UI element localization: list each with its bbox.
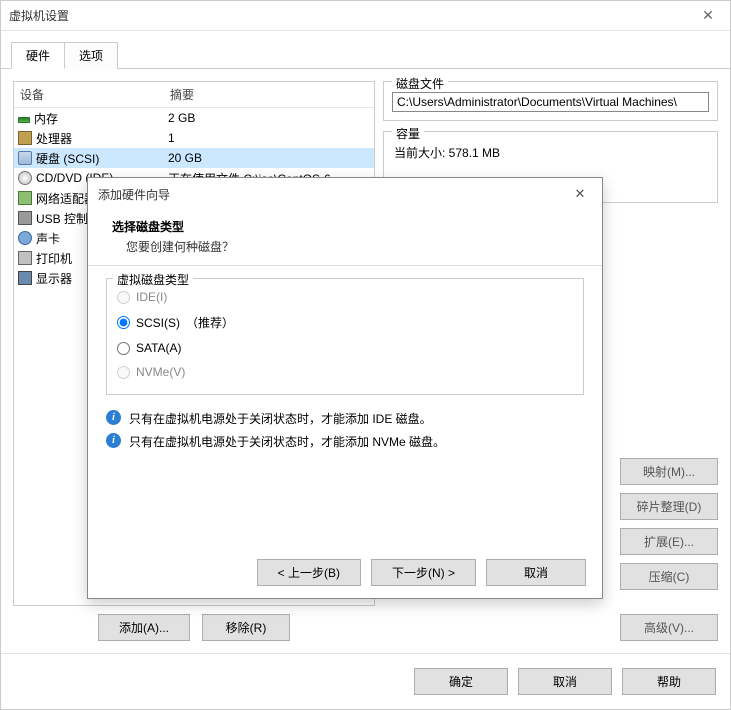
- radio-scsi-label: SCSI(S): [136, 316, 180, 330]
- radio-ide-input: [117, 291, 130, 304]
- dialog-cancel-button[interactable]: 取消: [486, 559, 586, 586]
- hw-name: 处理器: [36, 130, 72, 147]
- ok-button[interactable]: 确定: [414, 668, 508, 695]
- expand-button[interactable]: 扩展(E)...: [620, 528, 718, 555]
- hw-row-memory[interactable]: 内存 2 GB: [14, 108, 374, 128]
- window-title: 虚拟机设置: [9, 7, 694, 24]
- display-icon: [18, 271, 32, 285]
- radio-sata-input[interactable]: [117, 342, 130, 355]
- hw-row-disk[interactable]: 硬盘 (SCSI) 20 GB: [14, 148, 374, 168]
- advanced-button[interactable]: 高级(V)...: [620, 614, 718, 641]
- info-ide-text: 只有在虚拟机电源处于关闭状态时，才能添加 IDE 磁盘。: [129, 410, 432, 427]
- back-button[interactable]: < 上一步(B): [257, 559, 361, 586]
- radio-scsi-hint: （推荐）: [186, 314, 234, 331]
- defragment-button[interactable]: 碎片整理(D): [620, 493, 718, 520]
- info-nvme-text: 只有在虚拟机电源处于关闭状态时，才能添加 NVMe 磁盘。: [129, 433, 445, 450]
- dialog-title: 添加硬件向导: [98, 186, 568, 203]
- cancel-button[interactable]: 取消: [518, 668, 612, 695]
- info-nvme: i 只有在虚拟机电源处于关闭状态时，才能添加 NVMe 磁盘。: [106, 430, 584, 453]
- compact-button[interactable]: 压缩(C): [620, 563, 718, 590]
- tab-hardware[interactable]: 硬件: [11, 42, 65, 69]
- disk-type-group: 虚拟磁盘类型 IDE(I) SCSI(S) （推荐） SATA(A) NVMe(…: [106, 278, 584, 395]
- map-button[interactable]: 映射(M)...: [620, 458, 718, 485]
- capacity-label: 容量: [392, 125, 424, 142]
- close-icon[interactable]: ✕: [694, 7, 722, 24]
- info-icon: i: [106, 433, 121, 448]
- disk-file-path[interactable]: C:\Users\Administrator\Documents\Virtual…: [392, 92, 709, 112]
- cd-icon: [18, 171, 32, 185]
- dialog-subheading: 您要创建何种磁盘？: [112, 235, 578, 255]
- dialog-heading: 选择磁盘类型: [112, 218, 578, 235]
- dialog-close-icon[interactable]: ✕: [568, 186, 592, 202]
- col-device: 设备: [14, 82, 164, 107]
- info-icon: i: [106, 410, 121, 425]
- disk-icon: [18, 151, 32, 165]
- radio-scsi[interactable]: SCSI(S) （推荐）: [117, 309, 573, 336]
- radio-ide-label: IDE(I): [136, 290, 167, 304]
- hw-summary: 1: [168, 131, 374, 145]
- radio-nvme-input: [117, 366, 130, 379]
- disk-type-label: 虚拟磁盘类型: [117, 273, 189, 287]
- hw-name: 硬盘 (SCSI): [36, 150, 99, 167]
- radio-nvme: NVMe(V): [117, 360, 573, 384]
- info-ide: i 只有在虚拟机电源处于关闭状态时，才能添加 IDE 磁盘。: [106, 407, 584, 430]
- remove-button[interactable]: 移除(R): [202, 614, 290, 641]
- hw-summary: 2 GB: [168, 111, 374, 125]
- disk-file-group: 磁盘文件 C:\Users\Administrator\Documents\Vi…: [383, 81, 718, 121]
- radio-nvme-label: NVMe(V): [136, 365, 185, 379]
- printer-icon: [18, 251, 32, 265]
- hw-name: 声卡: [36, 230, 60, 247]
- memory-icon: [18, 117, 30, 123]
- sound-icon: [18, 231, 32, 245]
- add-hardware-wizard-dialog: 添加硬件向导 ✕ 选择磁盘类型 您要创建何种磁盘？ 虚拟磁盘类型 IDE(I) …: [87, 177, 603, 599]
- cpu-icon: [18, 131, 32, 145]
- disk-file-label: 磁盘文件: [392, 75, 448, 92]
- usb-icon: [18, 211, 32, 225]
- hw-summary: 20 GB: [168, 151, 374, 165]
- add-button[interactable]: 添加(A)...: [98, 614, 190, 641]
- radio-scsi-input[interactable]: [117, 316, 130, 329]
- hw-name: 打印机: [36, 250, 72, 267]
- radio-sata-label: SATA(A): [136, 341, 182, 355]
- hw-name: 显示器: [36, 270, 72, 287]
- help-button[interactable]: 帮助: [622, 668, 716, 695]
- current-size: 当前大小: 578.1 MB: [392, 142, 709, 161]
- net-icon: [18, 191, 32, 205]
- col-summary: 摘要: [164, 82, 374, 107]
- next-button[interactable]: 下一步(N) >: [371, 559, 476, 586]
- radio-ide: IDE(I): [117, 285, 573, 309]
- tab-options[interactable]: 选项: [64, 42, 118, 69]
- radio-sata[interactable]: SATA(A): [117, 336, 573, 360]
- hw-row-cpu[interactable]: 处理器 1: [14, 128, 374, 148]
- hw-name: 内存: [34, 110, 58, 127]
